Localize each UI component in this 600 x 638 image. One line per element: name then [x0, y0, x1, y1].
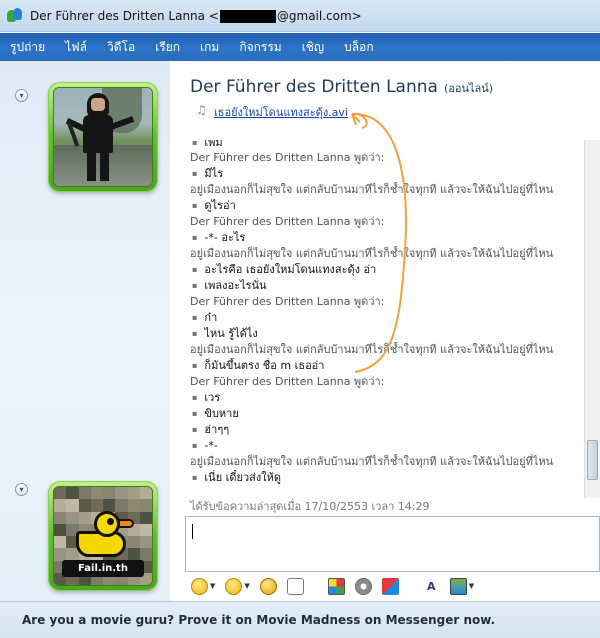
voice-clip-icon [259, 577, 277, 595]
ad-bar: Are you a movie guru? Prove it on Movie … [0, 601, 600, 638]
collapse-contact-picture-button[interactable]: ▾ [15, 89, 28, 102]
font-button[interactable]: A [423, 578, 440, 595]
menu-photos[interactable]: รูปถ่าย [10, 38, 45, 57]
personal-message-line: อยู่เมืองนอกก็ไม่สุขใจ แต่กลับบ้านมาทีไร… [190, 247, 554, 260]
message-line: ก๋า [182, 310, 600, 326]
message-line: ก็มันขึ้นตรง ชื่อ m เธออ่า [182, 358, 600, 374]
chevron-down-icon: ▼ [468, 582, 475, 590]
message-line: เพิ่ม [182, 140, 600, 150]
scroll-thumb[interactable] [587, 440, 598, 480]
annotation-arrowhead [351, 113, 361, 126]
last-message-info: ได้รับข้อความล่าสุดเมื่อ 17/10/2553 เวลา… [190, 500, 430, 513]
personal-message-line: อยู่เมืองนอกก็ไม่สุขใจ แต่กลับบ้านมาทีไร… [190, 455, 554, 468]
message-line: เนี่ย เดี๋ยวส่งให้ดู [182, 470, 600, 486]
message-line: อะไรคือ เธอยังใหม่โดนแทงสะดุ้ง อ่า [182, 262, 600, 278]
menu-bar: รูปถ่าย ไฟล์ วิดีโอ เรียก เกม กิจกรรม เช… [0, 33, 600, 61]
message-line: เวร [182, 390, 600, 406]
games-icon [381, 577, 399, 595]
conversation-scrollbar[interactable] [584, 140, 600, 498]
contact-status: (ออนไลน์) [443, 82, 494, 95]
music-note-icon: ♫ [196, 103, 207, 117]
message-line: -*- อะไร [182, 230, 600, 246]
redacted-email [219, 9, 276, 23]
menu-invite[interactable]: เชิญ [302, 38, 324, 57]
picture-sidebar: ▾ ▾ Fail.in.th [0, 61, 170, 601]
fail-logo-text: Fail.in.th [62, 560, 144, 577]
menu-video[interactable]: วิดีโอ [107, 38, 135, 57]
sender-line: Der Führer des Dritten Lanna พูดว่า: [190, 151, 385, 164]
sender-line: Der Führer des Dritten Lanna พูดว่า: [190, 295, 385, 308]
background-icon [449, 577, 467, 595]
contact-picture-frame[interactable] [48, 82, 158, 192]
chevron-down-icon: ▼ [244, 582, 250, 590]
menu-block[interactable]: บล็อก [344, 38, 373, 57]
menu-files[interactable]: ไฟล์ [65, 38, 87, 57]
nudge-button[interactable] [286, 577, 304, 595]
palette-icon [327, 577, 345, 595]
palette-button[interactable] [327, 577, 345, 595]
voice-clip-button[interactable] [259, 577, 277, 595]
sender-line: Der Führer des Dritten Lanna พูดว่า: [190, 215, 385, 228]
sound-button[interactable] [354, 577, 372, 595]
ad-link[interactable]: Are you a movie guru? Prove it on Movie … [22, 613, 495, 627]
message-line: เพลงอะไรนั่น [182, 278, 600, 294]
wink-icon [225, 577, 243, 595]
background-button[interactable]: ▼ [449, 577, 475, 595]
contact-picture [54, 88, 152, 186]
message-line: ดูไรอ่า [182, 198, 600, 214]
conversation-history[interactable]: เพิ่มDer Führer des Dritten Lanna พูดว่า… [182, 140, 600, 498]
chevron-down-icon: ▼ [210, 582, 216, 590]
collapse-own-picture-button[interactable]: ▾ [15, 483, 28, 496]
messenger-icon [6, 7, 24, 25]
own-picture-frame[interactable]: Fail.in.th [48, 481, 158, 591]
message-input[interactable] [185, 516, 600, 572]
wink-button[interactable]: ▼ [225, 577, 250, 595]
window-title: Der Führer des Dritten Lanna < @gmail.com… [30, 8, 362, 23]
title-bar: Der Führer des Dritten Lanna < @gmail.com… [0, 0, 600, 32]
sender-line: Der Führer des Dritten Lanna พูดว่า: [190, 375, 385, 388]
text-caret [192, 524, 193, 539]
personal-message-line: อยู่เมืองนอกก็ไม่สุขใจ แต่กลับบ้านมาทีไร… [190, 343, 554, 356]
contact-header: Der Führer des Dritten Lanna (ออนไลน์) [190, 77, 493, 97]
compose-toolbar: ▼ ▼ A ▼ [185, 572, 600, 600]
menu-games[interactable]: เกม [200, 38, 219, 57]
sound-icon [354, 577, 372, 595]
message-line: ฮ่าๆๆ [182, 422, 600, 438]
message-line: มีไร [182, 166, 600, 182]
contact-name: Der Führer des Dritten Lanna [190, 77, 438, 97]
message-line: ขิบหาย [182, 406, 600, 422]
emoticon-icon [191, 577, 208, 595]
menu-call[interactable]: เรียก [155, 38, 180, 57]
menu-activities[interactable]: กิจกรรม [239, 38, 281, 57]
games-button[interactable] [381, 577, 399, 595]
emoticon-button[interactable]: ▼ [191, 577, 216, 595]
message-line: -*- [182, 438, 600, 454]
font-icon: A [427, 579, 436, 593]
nudge-icon [286, 577, 304, 595]
now-playing-link[interactable]: เธอยังใหม่โดนแทงสะดุ้ง.avi [214, 103, 348, 121]
personal-message-line: อยู่เมืองนอกก็ไม่สุขใจ แต่กลับบ้านมาทีไร… [190, 183, 554, 196]
message-line: ไหน รู้ได้ไง [182, 326, 600, 342]
